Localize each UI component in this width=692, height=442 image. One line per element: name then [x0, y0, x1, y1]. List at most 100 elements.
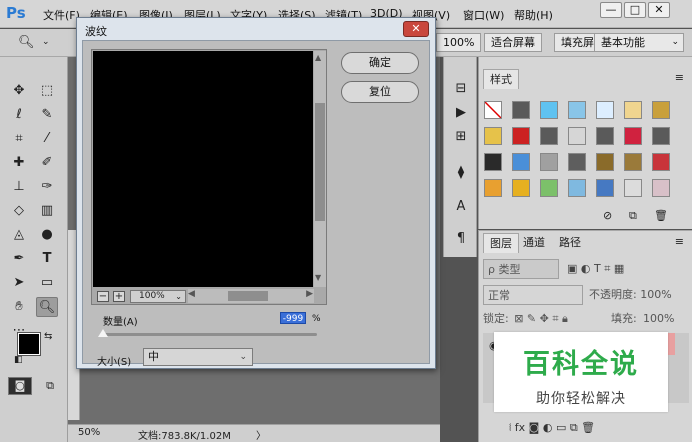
style-swatch[interactable] — [484, 127, 502, 145]
style-swatch[interactable] — [540, 127, 558, 145]
chevron-down-icon[interactable]: ⌄ — [42, 37, 50, 47]
new-style-icon[interactable]: ⧉ — [629, 209, 637, 223]
style-swatch[interactable] — [484, 153, 502, 171]
reset-button[interactable]: 复位 — [341, 81, 419, 103]
close-window-button[interactable]: ✕ — [648, 2, 670, 18]
marquee-tool-icon[interactable]: ⬚ — [36, 81, 58, 101]
style-swatch[interactable] — [652, 101, 670, 119]
style-none-swatch[interactable] — [484, 101, 502, 119]
properties-panel-icon[interactable]: ⊞ — [450, 127, 472, 147]
dialog-close-button[interactable]: ✕ — [403, 21, 429, 37]
panel-menu-icon[interactable]: ≡ — [675, 235, 684, 248]
minimize-button[interactable]: — — [600, 2, 622, 18]
style-swatch[interactable] — [540, 179, 558, 197]
style-swatch[interactable] — [624, 179, 642, 197]
delete-style-icon[interactable]: 🗑︎ — [654, 209, 668, 222]
tab-layers[interactable]: 图层 — [483, 233, 519, 253]
scroll-right-icon[interactable]: ▶ — [306, 289, 313, 299]
tab-channels[interactable]: 通道 — [517, 233, 551, 253]
foreground-color-swatch[interactable] — [17, 332, 41, 356]
path-select-tool-icon[interactable]: ➤ — [8, 273, 30, 293]
amount-slider-track[interactable] — [103, 333, 317, 336]
style-swatch[interactable] — [484, 179, 502, 197]
hand-tool-icon[interactable]: ✋︎ — [8, 297, 30, 317]
menu-help[interactable]: 帮助(H) — [514, 7, 553, 23]
gradient-tool-icon[interactable]: ▥ — [36, 201, 58, 221]
preview-vertical-scrollbar[interactable]: ▲ ▼ — [314, 51, 326, 287]
screen-mode-icon[interactable]: ⧉ — [40, 377, 60, 395]
layer-filter-icons[interactable]: ▣ ◐ T ⌗ ▦ — [567, 259, 677, 279]
layer-filter-select[interactable]: ρ 类型 — [483, 259, 559, 279]
brush-tool-icon[interactable]: ✐ — [36, 153, 58, 173]
pen-tool-icon[interactable]: ✒ — [8, 249, 30, 269]
scroll-left-icon[interactable]: ◀ — [188, 289, 195, 299]
blend-mode-select[interactable]: 正常 — [483, 285, 583, 305]
zoom-tool-icon[interactable]: 🔍︎ — [36, 297, 58, 317]
type-tool-icon[interactable]: T — [36, 249, 58, 269]
style-swatch[interactable] — [652, 179, 670, 197]
lasso-tool-icon[interactable]: ℓ — [8, 105, 30, 125]
eyedropper-tool-icon[interactable]: ⁄ — [36, 129, 58, 149]
style-swatch[interactable] — [512, 179, 530, 197]
style-swatch[interactable] — [624, 127, 642, 145]
preview-zoom-in-button[interactable]: + — [113, 291, 125, 302]
history-brush-tool-icon[interactable]: ✑ — [36, 177, 58, 197]
quick-mask-icon[interactable]: ◙ — [8, 377, 32, 395]
preview-horizontal-scrollbar[interactable]: ◀ ▶ — [188, 289, 314, 303]
blur-tool-icon[interactable]: ◬ — [8, 225, 30, 245]
history-panel-icon[interactable]: ⊟ — [450, 79, 472, 99]
style-swatch[interactable] — [568, 179, 586, 197]
layer-footer-icons[interactable]: ⧙ fx ◙ ◐ ▭ ⧉ 🗑︎ — [509, 421, 689, 435]
style-swatch[interactable] — [540, 101, 558, 119]
move-tool-icon[interactable]: ✥ — [8, 81, 30, 101]
style-swatch[interactable] — [512, 127, 530, 145]
vertical-scroll-thumb[interactable] — [315, 103, 325, 221]
menu-window[interactable]: 窗口(W) — [463, 7, 504, 23]
fit-screen-button[interactable]: 适合屏幕 — [484, 33, 542, 52]
clear-style-icon[interactable]: ⊘ — [603, 209, 612, 222]
style-swatch[interactable] — [596, 127, 614, 145]
preview-zoom-select[interactable]: 100% ⌄ — [130, 290, 186, 303]
brush-presets-panel-icon[interactable]: ⧫ — [450, 163, 472, 183]
opacity-control[interactable]: 不透明度: 100% — [589, 285, 689, 305]
menu-file[interactable]: 文件(F) — [43, 7, 80, 23]
quick-select-tool-icon[interactable]: ✎ — [36, 105, 58, 125]
character-panel-icon[interactable]: A — [450, 197, 472, 217]
workspace-select[interactable]: 基本功能 ⌄ — [594, 33, 684, 52]
size-select[interactable]: 中 ⌄ — [143, 348, 253, 366]
status-zoom[interactable]: 50% — [78, 427, 100, 438]
style-swatch[interactable] — [540, 153, 558, 171]
style-swatch[interactable] — [652, 127, 670, 145]
dodge-tool-icon[interactable]: ● — [36, 225, 58, 245]
panel-menu-icon[interactable]: ≡ — [675, 71, 684, 84]
style-swatch[interactable] — [512, 153, 530, 171]
tab-styles[interactable]: 样式 — [483, 69, 519, 89]
swap-colors-icon[interactable]: ⇆ — [44, 331, 52, 342]
style-swatch[interactable] — [596, 179, 614, 197]
style-swatch[interactable] — [596, 153, 614, 171]
amount-input[interactable]: -999 — [280, 312, 306, 324]
style-swatch[interactable] — [568, 127, 586, 145]
style-swatch[interactable] — [624, 101, 642, 119]
style-swatch[interactable] — [568, 101, 586, 119]
maximize-button[interactable]: □ — [624, 2, 646, 18]
ok-button[interactable]: 确定 — [341, 52, 419, 74]
amount-slider-handle[interactable] — [98, 329, 108, 337]
tab-paths[interactable]: 路径 — [553, 233, 587, 253]
actions-panel-icon[interactable]: ▶ — [450, 103, 472, 123]
scroll-up-icon[interactable]: ▲ — [315, 53, 321, 62]
crop-tool-icon[interactable]: ⌗ — [8, 129, 30, 149]
clone-stamp-tool-icon[interactable]: ⊥ — [8, 177, 30, 197]
style-swatch[interactable] — [596, 101, 614, 119]
default-colors-icon[interactable]: ◧ — [14, 355, 23, 365]
fill-value[interactable]: 100% — [643, 309, 674, 329]
zoom-100-button[interactable]: 100% — [436, 33, 482, 52]
style-swatch[interactable] — [512, 101, 530, 119]
preview-zoom-out-button[interactable]: − — [97, 291, 109, 302]
paragraph-panel-icon[interactable]: ¶ — [450, 229, 472, 249]
style-swatch[interactable] — [624, 153, 642, 171]
healing-brush-tool-icon[interactable]: ✚ — [8, 153, 30, 173]
eraser-tool-icon[interactable]: ◇ — [8, 201, 30, 221]
zoom-tool-icon[interactable]: 🔍︎ — [18, 35, 35, 50]
lock-icons[interactable]: ⊠ ✎ ✥ ⌗ 🔒︎ — [514, 312, 568, 325]
